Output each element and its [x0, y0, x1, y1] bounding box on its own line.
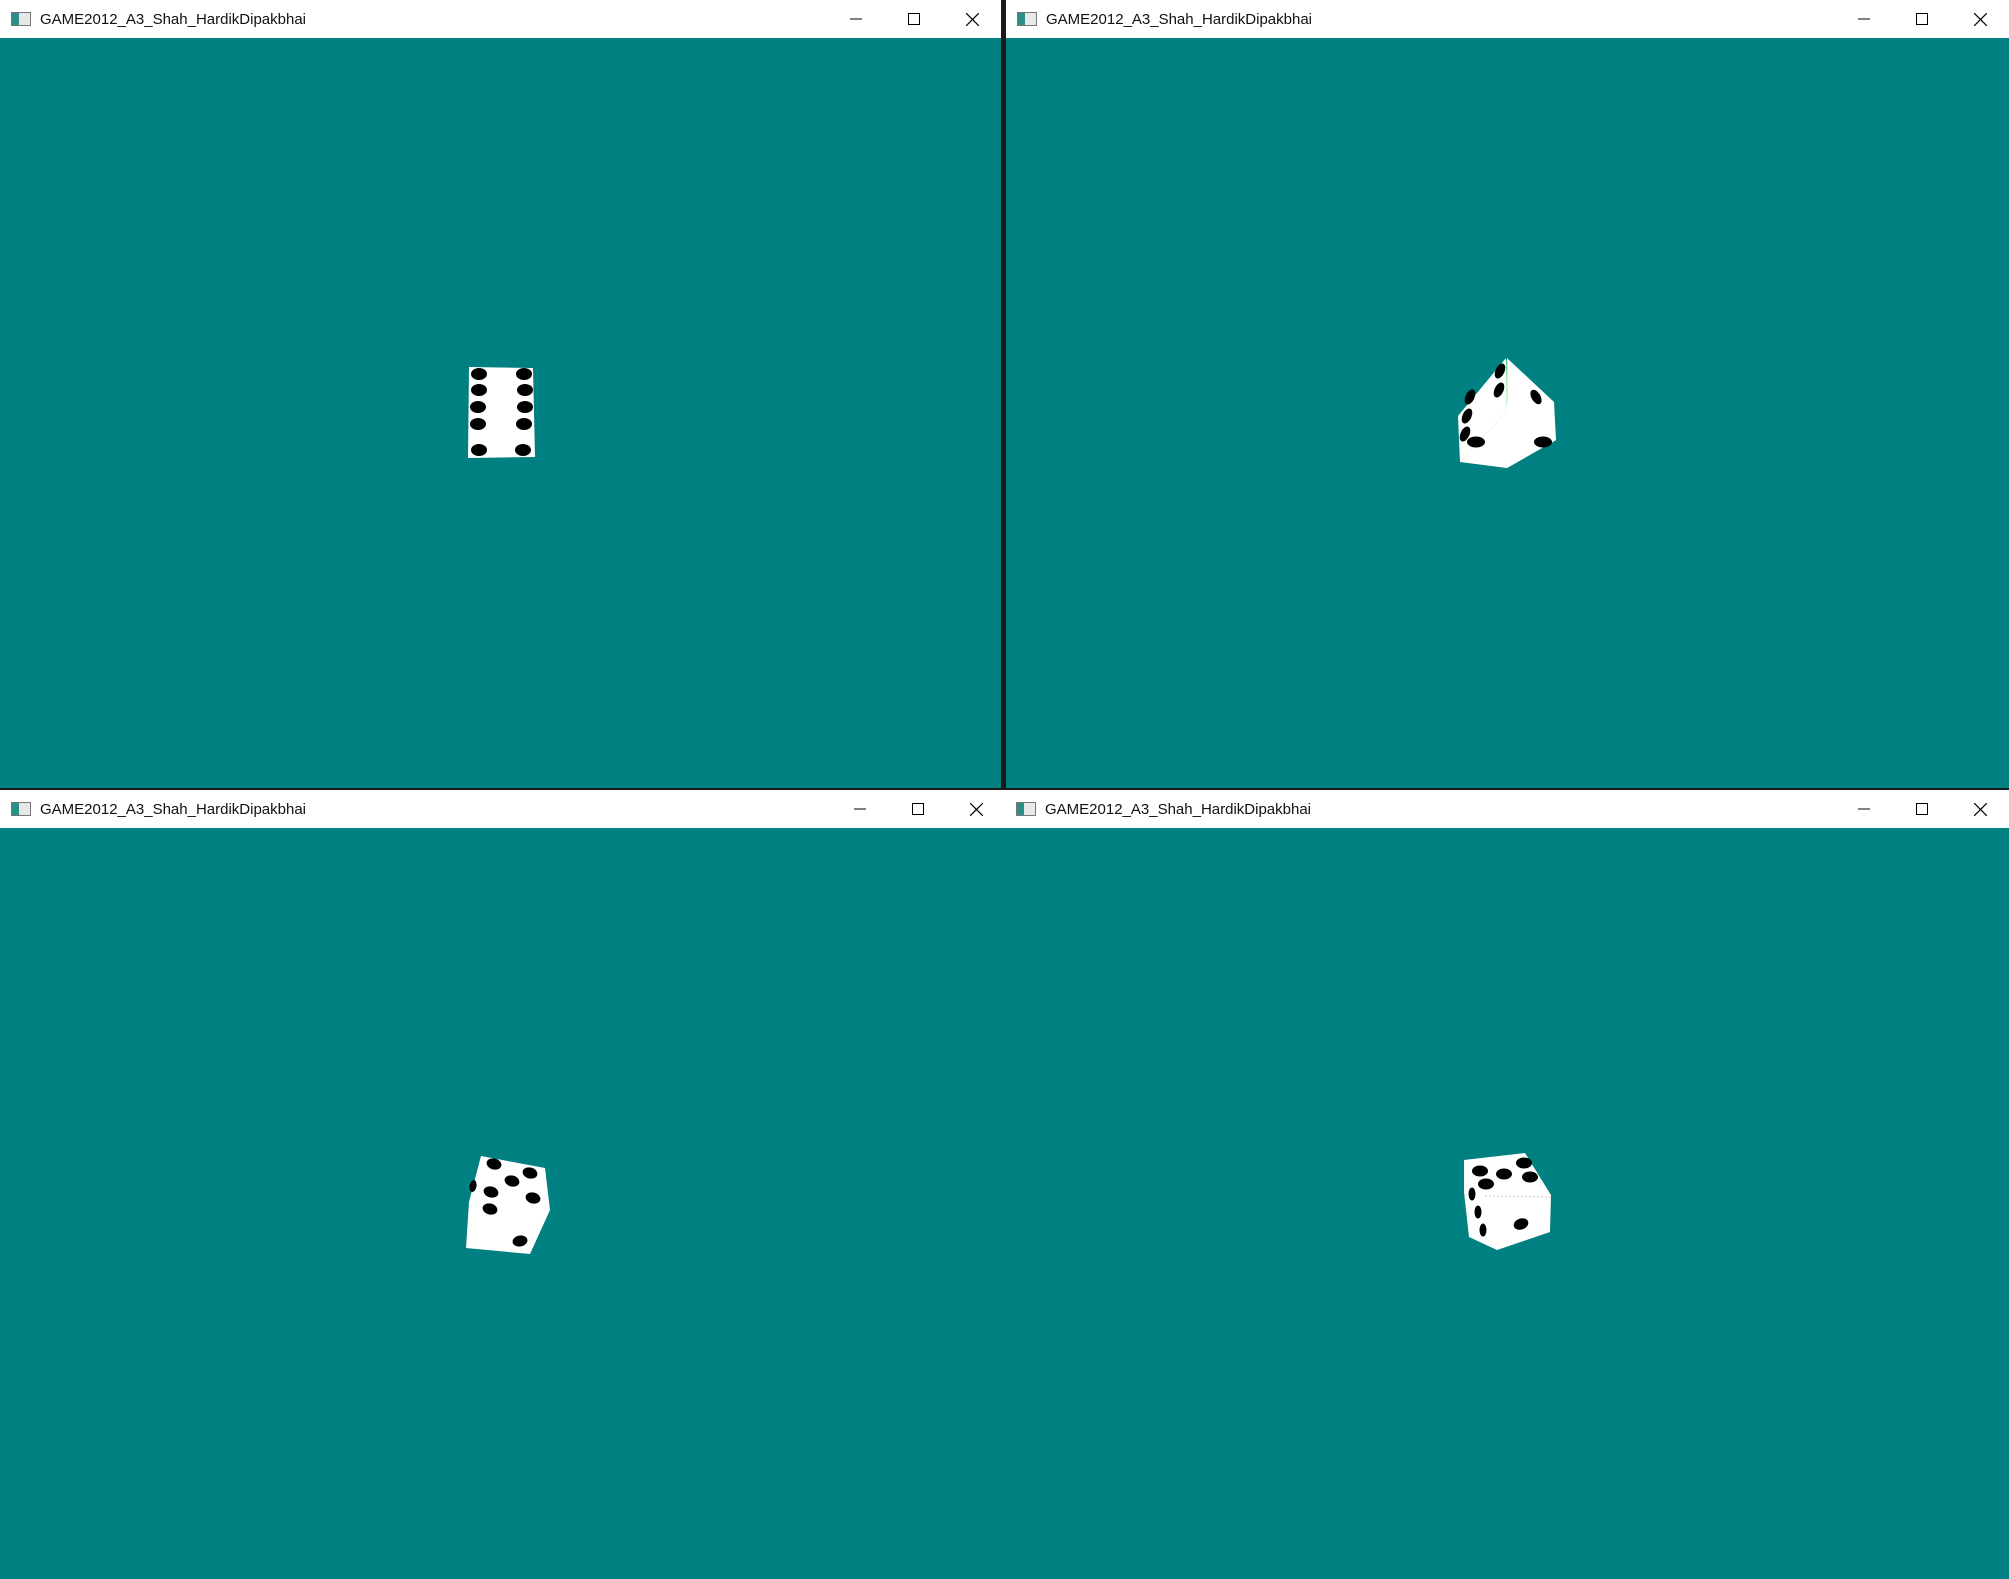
maximize-icon	[908, 13, 920, 25]
window-controls	[1835, 0, 2009, 38]
close-button[interactable]	[947, 790, 1005, 828]
app-window-icon	[11, 12, 31, 26]
title-bar[interactable]: GAME2012_A3_Shah_HardikDipakbhai	[1006, 0, 2009, 39]
close-icon	[1973, 12, 1987, 26]
die	[1464, 1153, 1552, 1250]
minimize-button[interactable]	[1835, 0, 1893, 38]
title-bar[interactable]: GAME2012_A3_Shah_HardikDipakbhai	[1005, 790, 2009, 829]
app-window-icon	[1016, 802, 1036, 816]
maximize-button[interactable]	[1893, 790, 1951, 828]
minimize-icon	[1858, 808, 1870, 810]
window-title: GAME2012_A3_Shah_HardikDipakbhai	[40, 10, 307, 28]
maximize-button[interactable]	[1893, 0, 1951, 38]
minimize-icon	[854, 808, 866, 810]
window-title: GAME2012_A3_Shah_HardikDipakbhai	[1045, 800, 1312, 818]
window-title: GAME2012_A3_Shah_HardikDipakbhai	[1046, 10, 1313, 28]
close-button[interactable]	[943, 0, 1001, 38]
close-button[interactable]	[1951, 0, 2009, 38]
maximize-icon	[1916, 13, 1928, 25]
maximize-icon	[1916, 803, 1928, 815]
render-viewport[interactable]	[1006, 38, 2009, 788]
minimize-button[interactable]	[1835, 790, 1893, 828]
title-bar[interactable]: GAME2012_A3_Shah_HardikDipakbhai	[0, 0, 1001, 39]
close-icon	[965, 12, 979, 26]
render-viewport[interactable]	[1005, 828, 2009, 1579]
maximize-button[interactable]	[885, 0, 943, 38]
close-button[interactable]	[1951, 790, 2009, 828]
render-viewport[interactable]	[0, 38, 1001, 788]
game-window-bottom-right: GAME2012_A3_Shah_HardikDipakbhai	[1005, 790, 2009, 1579]
app-window-icon	[1017, 12, 1037, 26]
minimize-icon	[1858, 18, 1870, 20]
die	[466, 1156, 550, 1254]
die	[1458, 358, 1556, 468]
close-icon	[969, 802, 983, 816]
game-window-top-right: GAME2012_A3_Shah_HardikDipakbhai	[1006, 0, 2009, 788]
die	[468, 367, 535, 458]
maximize-button[interactable]	[889, 790, 947, 828]
minimize-icon	[850, 18, 862, 20]
maximize-icon	[912, 803, 924, 815]
game-window-bottom-left: GAME2012_A3_Shah_HardikDipakbhai	[0, 790, 1005, 1579]
window-controls	[831, 790, 1005, 828]
game-window-top-left: GAME2012_A3_Shah_HardikDipakbhai	[0, 0, 1001, 788]
title-bar[interactable]: GAME2012_A3_Shah_HardikDipakbhai	[0, 790, 1005, 829]
window-controls	[1835, 790, 2009, 828]
window-controls	[827, 0, 1001, 38]
minimize-button[interactable]	[831, 790, 889, 828]
app-window-icon	[11, 802, 31, 816]
window-title: GAME2012_A3_Shah_HardikDipakbhai	[40, 800, 307, 818]
render-viewport[interactable]	[0, 828, 1005, 1579]
close-icon	[1973, 802, 1987, 816]
minimize-button[interactable]	[827, 0, 885, 38]
